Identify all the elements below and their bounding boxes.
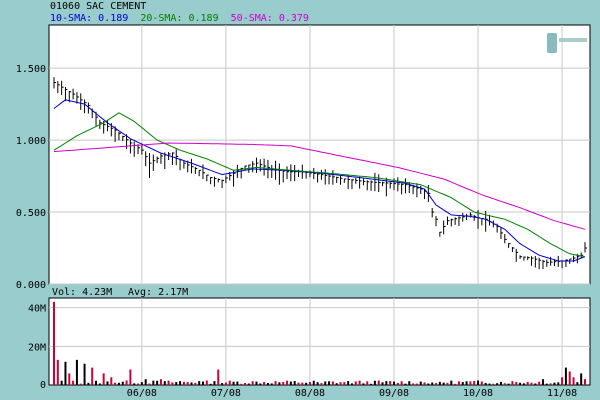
- x-tick-label: 08/08: [295, 388, 325, 399]
- volume-y-tick-label: 20M: [28, 342, 46, 353]
- price-y-tick-label: 0.500: [16, 208, 46, 219]
- price-y-tick-label: 1.500: [16, 64, 46, 75]
- x-tick-label: 07/08: [211, 388, 241, 399]
- volume-y-tick-label: 0: [40, 380, 46, 391]
- volume-avg-label: Avg: 2.17M: [128, 287, 188, 298]
- logo-mark: [547, 33, 557, 53]
- x-tick-label: 06/08: [127, 388, 157, 399]
- chart-canvas: 06/08 07/08 08/08 09/08 10/08 11/08 0.000 0.500…: [16, 24, 591, 399]
- price-y-tick-label: 0.000: [16, 280, 46, 291]
- logo-text-mark: [559, 38, 587, 42]
- x-tick-label: 10/08: [463, 388, 493, 399]
- x-tick-label: 11/08: [547, 388, 577, 399]
- volume-y-tick-label: 40M: [28, 304, 46, 315]
- price-y-tick-label: 1.000: [16, 136, 46, 147]
- x-tick-label: 09/08: [379, 388, 409, 399]
- volume-label: Vol: 4.23M: [52, 287, 112, 298]
